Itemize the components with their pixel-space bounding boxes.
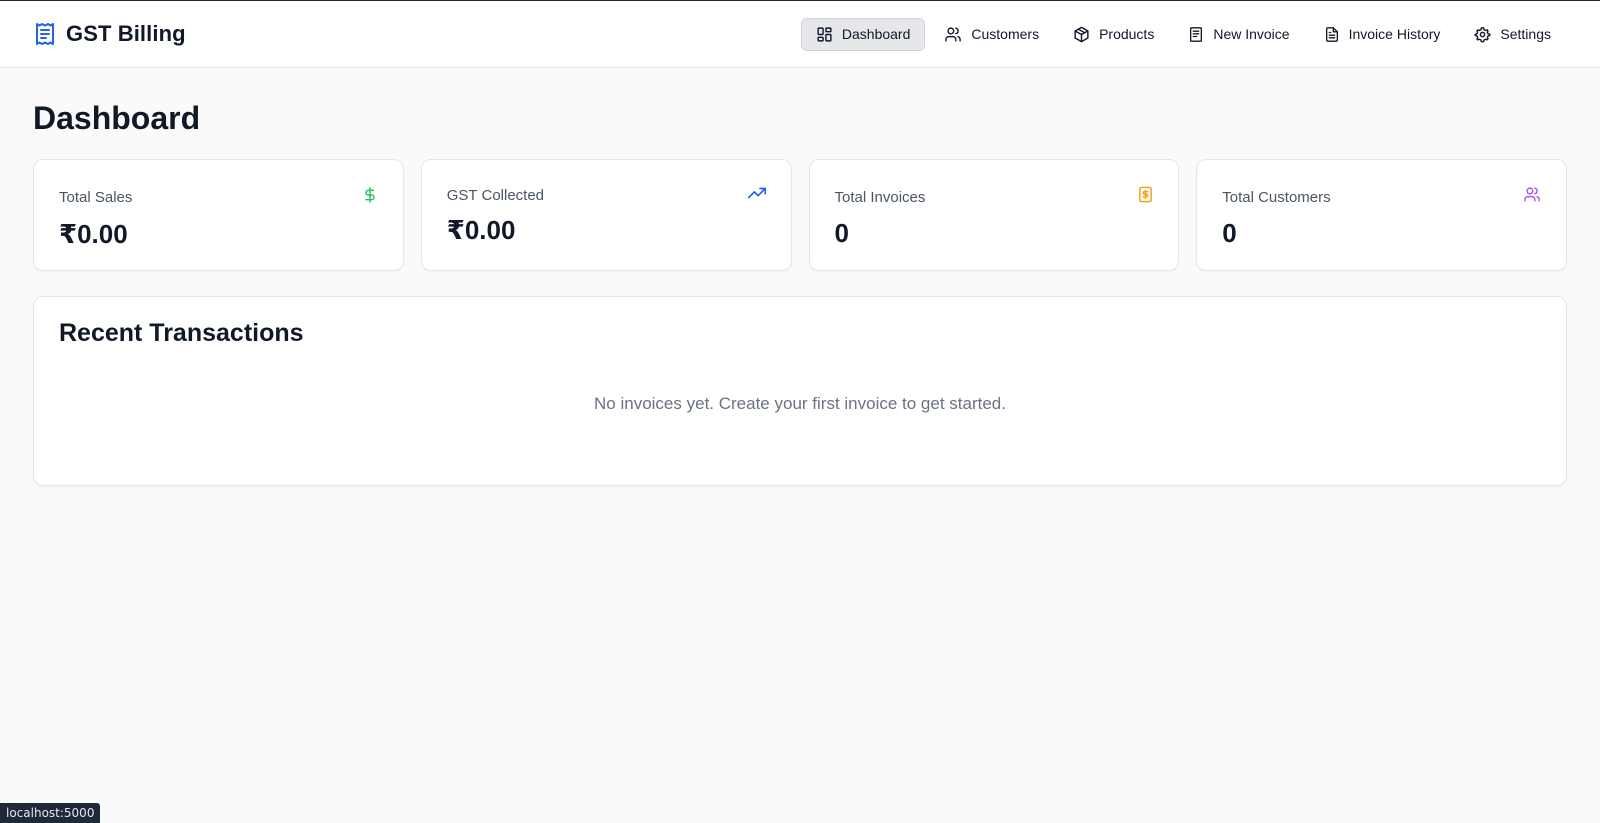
gear-icon bbox=[1474, 26, 1491, 43]
users-icon bbox=[944, 26, 962, 43]
stat-value: 0 bbox=[834, 218, 849, 248]
nav-item-customers[interactable]: Customers bbox=[929, 18, 1054, 51]
nav-item-label: Dashboard bbox=[841, 26, 911, 42]
dollar-icon bbox=[362, 186, 378, 209]
nav-item-new-invoice[interactable]: New Invoice bbox=[1173, 18, 1304, 51]
panel-title: Recent Transactions bbox=[59, 319, 304, 347]
receipt-icon bbox=[34, 22, 56, 46]
trending-up-icon bbox=[747, 186, 766, 205]
stat-value: ₹0.00 bbox=[446, 215, 516, 245]
nav-item-label: Products bbox=[1099, 26, 1155, 42]
stats-row: Total Sales ₹0.00 GST Collected ₹0.00 To… bbox=[33, 159, 1567, 271]
page-title: Dashboard bbox=[33, 100, 201, 136]
package-icon bbox=[1073, 26, 1090, 43]
empty-state-message: No invoices yet. Create your first invoi… bbox=[594, 394, 1006, 413]
recent-transactions-panel: Recent Transactions No invoices yet. Cre… bbox=[33, 296, 1567, 486]
nav-item-dashboard[interactable]: Dashboard bbox=[800, 17, 926, 51]
receipt-icon bbox=[1138, 186, 1153, 208]
stat-label: Total Sales bbox=[59, 189, 133, 206]
stat-card-total-customers: Total Customers 0 bbox=[1196, 159, 1567, 271]
dashboard-icon bbox=[816, 26, 833, 43]
top-navigation-bar: GST Billing Dashboard Customers Products… bbox=[0, 1, 1600, 68]
invoice-icon bbox=[1188, 26, 1204, 43]
stat-value: ₹0.00 bbox=[59, 219, 128, 249]
stat-card-gst-collected: GST Collected ₹0.00 bbox=[420, 159, 792, 271]
brand[interactable]: GST Billing bbox=[34, 21, 186, 47]
file-text-icon bbox=[1324, 26, 1340, 43]
stat-card-total-sales: Total Sales ₹0.00 bbox=[33, 159, 404, 271]
nav-item-label: Customers bbox=[971, 26, 1040, 42]
nav-item-label: Invoice History bbox=[1348, 26, 1441, 42]
nav-item-products[interactable]: Products bbox=[1058, 18, 1169, 51]
app-name: GST Billing bbox=[66, 21, 186, 46]
stat-label: GST Collected bbox=[446, 187, 545, 204]
nav-item-settings[interactable]: Settings bbox=[1459, 18, 1566, 51]
stat-label: Total Customers bbox=[1222, 188, 1331, 206]
users-icon bbox=[1523, 186, 1541, 208]
stat-card-total-invoices: Total Invoices 0 bbox=[808, 159, 1180, 271]
nav-item-label: New Invoice bbox=[1213, 26, 1290, 42]
nav-item-invoice-history[interactable]: Invoice History bbox=[1309, 18, 1456, 51]
browser-status-url: localhost:5000 bbox=[0, 803, 101, 823]
stat-value: 0 bbox=[1222, 218, 1237, 248]
stat-label: Total Invoices bbox=[834, 188, 926, 206]
nav-item-label: Settings bbox=[1500, 26, 1551, 42]
main-content: Dashboard Total Sales ₹0.00 GST Collecte… bbox=[0, 100, 1600, 486]
main-nav: Dashboard Customers Products New Invoice… bbox=[800, 17, 1566, 51]
